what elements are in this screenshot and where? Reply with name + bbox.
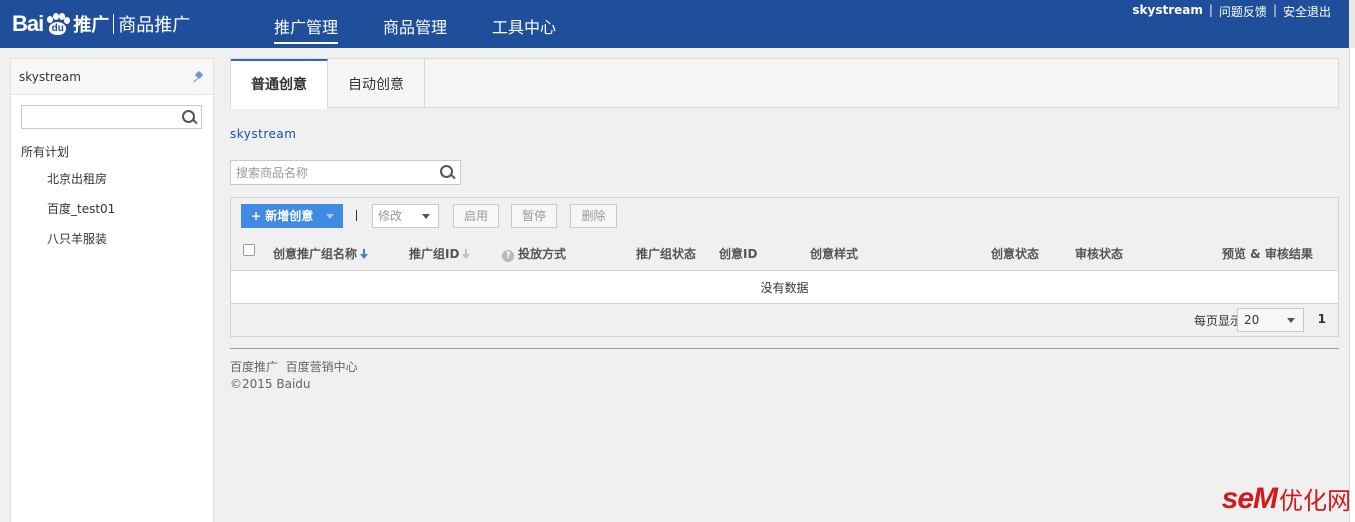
column-header: 预览 & 审核结果 (1222, 247, 1313, 261)
toolbar-divider (356, 210, 357, 221)
delete-button[interactable]: 删除 (570, 204, 617, 228)
logo-cn: 推广 (73, 15, 110, 36)
column-label: 创意推广组名称 (273, 247, 358, 261)
plan-item[interactable]: 北京出租房 (47, 171, 115, 201)
scrollbar-thumb[interactable] (1349, 48, 1355, 522)
logo-product-name: 商品推广 (118, 15, 191, 36)
sidebar-search (21, 105, 202, 129)
creative-tabs: 普通创意 自动创意 (230, 58, 1339, 109)
empty-state: 没有数据 (231, 270, 1338, 304)
tab-normal-creative[interactable]: 普通创意 (231, 59, 328, 109)
main-nav: 推广管理 商品管理 工具中心 (274, 0, 601, 48)
column-label: 投放方式 (518, 247, 567, 261)
logo-latin: Bai (12, 11, 44, 36)
product-search-input[interactable] (231, 161, 431, 184)
chevron-down-icon[interactable] (326, 214, 334, 219)
nav-promotion-management[interactable]: 推广管理 (274, 0, 339, 48)
footer: 百度推广 百度营销中心 ©2015 Baidu (230, 348, 1339, 393)
sort-down-icon (360, 249, 369, 259)
watermark-cn: 优化网 (1279, 487, 1351, 515)
plan-list: 北京出租房 百度_test01 八只羊服装 (47, 171, 115, 261)
chevron-down-icon (1287, 318, 1295, 323)
chevron-down-icon (422, 214, 430, 219)
pin-icon[interactable] (193, 71, 205, 83)
sort-down-icon (462, 249, 471, 259)
current-page[interactable]: 1 (1318, 312, 1326, 326)
nav-tool-center[interactable]: 工具中心 (492, 0, 556, 48)
add-creative-label: + 新增创意 (251, 209, 314, 223)
copyright: ©2015 Baidu (230, 377, 311, 391)
enable-button[interactable]: 启用 (453, 204, 499, 228)
creative-grid: + 新增创意 修改 启用 暂停 删除 创意推广组名称 推广组ID ? 投放方式 (230, 197, 1339, 337)
column-header: 创意状态 (991, 247, 1040, 261)
search-icon[interactable] (182, 110, 196, 124)
breadcrumb-account[interactable]: skystream (230, 127, 1339, 141)
sidebar: skystream 所有计划 北京出租房 百度_test01 八只羊服装 (10, 58, 214, 522)
column-header[interactable]: 创意推广组名称 (273, 245, 369, 262)
add-creative-button[interactable]: + 新增创意 (241, 204, 343, 228)
top-header: Bai du 推广 商品推广 推广管理 商品管理 工具中心 skystream … (0, 0, 1349, 48)
sidebar-account-name: skystream (19, 69, 81, 84)
column-header: 创意ID (719, 247, 758, 261)
pause-button[interactable]: 暂停 (511, 204, 557, 228)
edit-dropdown[interactable]: 修改 (372, 204, 439, 228)
select-all-checkbox[interactable] (243, 244, 255, 256)
tree-root-all-plans[interactable]: 所有计划 (21, 143, 69, 160)
watermark-latin: seM (1221, 481, 1278, 515)
link-separator: | (1208, 3, 1213, 17)
main-content: 普通创意 自动创意 skystream + 新增创意 修改 启用 暂停 删除 创… (230, 58, 1339, 393)
column-header[interactable]: 推广组ID (409, 245, 471, 262)
footer-links[interactable]: 百度推广 百度营销中心 (230, 359, 1339, 376)
sidebar-header: skystream (11, 59, 213, 95)
column-header: 审核状态 (1075, 247, 1124, 261)
grid-toolbar: + 新增创意 修改 启用 暂停 删除 (231, 198, 1338, 234)
help-icon[interactable]: ? (502, 250, 514, 262)
baidu-logo[interactable]: Bai du 推广 商品推广 (12, 8, 190, 40)
column-label: 推广组ID (409, 247, 460, 261)
page-size-select[interactable]: 20 (1237, 308, 1304, 332)
page-scrollbar[interactable] (1349, 0, 1355, 522)
logout-link[interactable]: 安全退出 (1283, 3, 1331, 20)
plan-item[interactable]: 八只羊服装 (47, 231, 115, 261)
baidu-paw-icon: du (44, 13, 71, 35)
link-separator: | (1272, 3, 1277, 17)
username[interactable]: skystream (1132, 3, 1202, 20)
search-icon[interactable] (440, 165, 454, 179)
watermark-logo: seM 优化网 (1222, 481, 1351, 516)
table-header: 创意推广组名称 推广组ID ? 投放方式 推广组状态 创意ID 创意样式 创意状态… (231, 234, 1338, 270)
pagination: 每页显示 20 1 (1038, 306, 1338, 334)
edit-label: 修改 (378, 209, 403, 223)
feedback-link[interactable]: 问题反馈 (1219, 3, 1267, 20)
column-header: 创意样式 (810, 247, 859, 261)
sidebar-search-input[interactable] (22, 106, 172, 128)
column-header: ? 投放方式 (502, 245, 566, 262)
page-size-value: 20 (1244, 313, 1260, 327)
nav-product-management[interactable]: 商品管理 (383, 0, 447, 48)
per-page-label: 每页显示 (1193, 314, 1242, 328)
logo-paw-text: du (49, 22, 67, 35)
column-header: 推广组状态 (636, 247, 697, 261)
product-search (230, 160, 461, 185)
user-links: skystream | 问题反馈 | 安全退出 (1132, 3, 1331, 20)
plan-item[interactable]: 百度_test01 (47, 201, 115, 231)
tab-auto-creative[interactable]: 自动创意 (328, 59, 425, 108)
logo-divider (113, 14, 115, 34)
